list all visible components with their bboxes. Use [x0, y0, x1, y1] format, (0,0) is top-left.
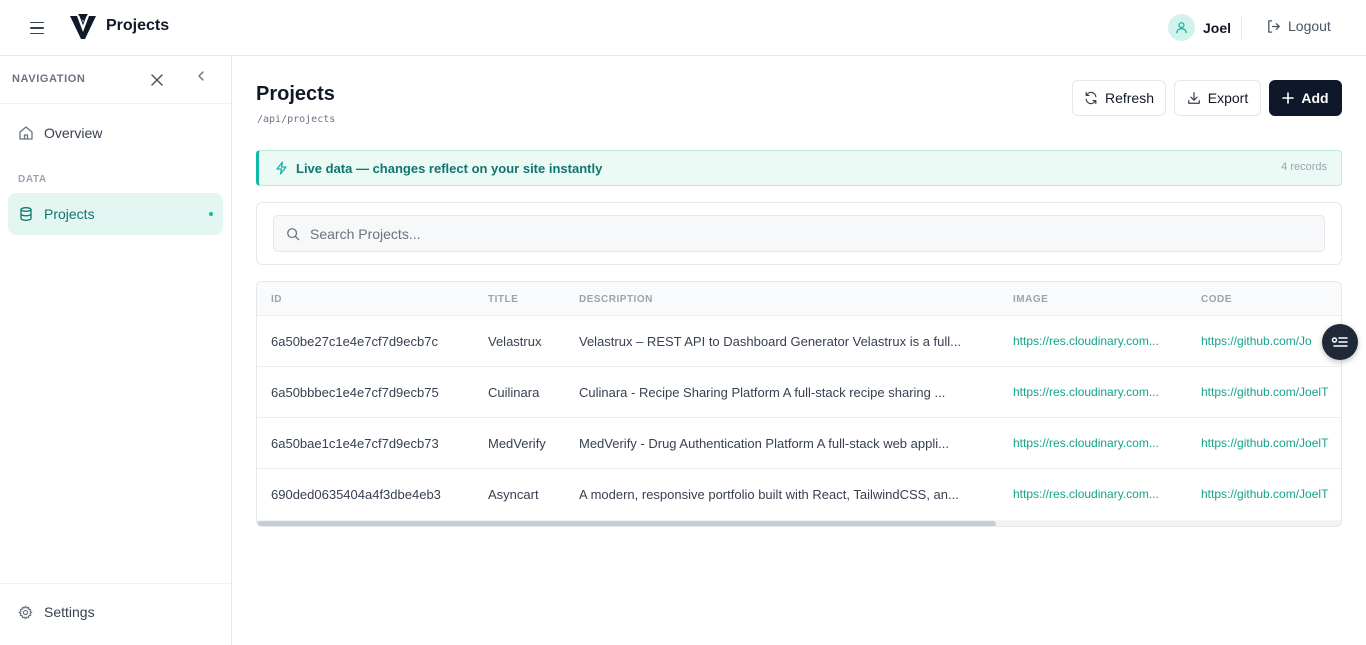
record-count: 4 records: [1281, 161, 1327, 173]
cell-title: Velastrux: [488, 334, 542, 349]
menu-icon-line: [30, 21, 44, 24]
column-header-id[interactable]: ID: [271, 294, 282, 305]
column-header-title[interactable]: TITLE: [488, 294, 518, 305]
cell-image-link[interactable]: https://res.cloudinary.com...: [1013, 385, 1177, 399]
plus-icon: [1282, 92, 1295, 104]
user-menu[interactable]: Joel: [1168, 14, 1231, 41]
table-row[interactable]: 6a50bbbec1e4e7cf7d9ecb75 Cuilinara Culin…: [257, 367, 1341, 418]
cell-title: MedVerify: [488, 436, 546, 451]
database-icon: [20, 207, 32, 221]
top-bar: Projects Joel Logout: [0, 0, 1366, 56]
settings-button[interactable]: Settings: [18, 604, 95, 620]
cell-id: 6a50be27c1e4e7cf7d9ecb7c: [271, 334, 438, 349]
gear-icon: [18, 604, 33, 620]
cell-image-link[interactable]: https://res.cloudinary.com...: [1013, 487, 1177, 501]
avatar: [1168, 14, 1195, 41]
table-row[interactable]: 6a50be27c1e4e7cf7d9ecb7c Velastrux Velas…: [257, 316, 1341, 367]
search-card: [256, 202, 1342, 265]
lightning-icon: [276, 161, 287, 175]
sidebar-section-label: DATA: [18, 174, 47, 185]
table-row[interactable]: 6a50bae1c1e4e7cf7d9ecb73 MedVerify MedVe…: [257, 418, 1341, 469]
logout-icon: [1268, 19, 1280, 33]
close-icon[interactable]: [150, 73, 164, 87]
projects-table: ID TITLE DESCRIPTION IMAGE CODE 6a50be27…: [256, 281, 1342, 527]
cell-title: Asyncart: [488, 487, 539, 502]
floating-action-button[interactable]: [1322, 324, 1358, 360]
add-button[interactable]: Add: [1269, 80, 1342, 116]
cell-image-link[interactable]: https://res.cloudinary.com...: [1013, 436, 1177, 450]
cell-id: 690ded0635404a4f3dbe4eb3: [271, 487, 441, 502]
cell-description: MedVerify - Drug Authentication Platform…: [579, 436, 949, 451]
refresh-label: Refresh: [1104, 90, 1155, 106]
download-icon: [1187, 92, 1200, 104]
sidebar-item-projects[interactable]: Projects: [8, 193, 223, 235]
cell-description: Culinara - Recipe Sharing Platform A ful…: [579, 385, 946, 400]
cell-code-link[interactable]: https://github.com/JoelT: [1201, 436, 1341, 450]
home-icon: [19, 126, 33, 140]
cell-code-link[interactable]: https://github.com/JoelT: [1201, 385, 1341, 399]
live-data-text: Live data — changes reflect on your site…: [296, 160, 603, 176]
search-icon: [287, 227, 300, 240]
sidebar-footer: Settings: [0, 583, 231, 645]
user-icon: [1176, 22, 1187, 34]
horizontal-scrollbar[interactable]: [257, 520, 1341, 526]
export-label: Export: [1207, 90, 1249, 106]
scrollbar-thumb[interactable]: [257, 521, 996, 526]
add-label: Add: [1301, 90, 1329, 106]
export-button[interactable]: Export: [1174, 80, 1261, 116]
table-row[interactable]: 690ded0635404a4f3dbe4eb3 Asyncart A mode…: [257, 469, 1341, 520]
app-title: Projects: [106, 17, 170, 34]
cell-description: A modern, responsive portfolio built wit…: [579, 487, 959, 502]
sidebar-item-overview[interactable]: Overview: [8, 112, 223, 154]
logout-label: Logout: [1288, 18, 1331, 34]
cell-id: 6a50bae1c1e4e7cf7d9ecb73: [271, 436, 439, 451]
settings-label: Settings: [44, 604, 95, 620]
cell-code-link[interactable]: https://github.com/Jo: [1201, 334, 1341, 348]
divider: [1241, 17, 1242, 39]
sidebar: NAVIGATION Overview DATA Projects Settin…: [0, 56, 232, 645]
page-title: Projects: [256, 83, 335, 105]
column-header-image[interactable]: IMAGE: [1013, 294, 1048, 305]
sidebar-item-label: Projects: [44, 206, 95, 222]
search-input[interactable]: [310, 225, 1310, 242]
menu-icon-line: [30, 27, 44, 29]
refresh-button[interactable]: Refresh: [1072, 80, 1166, 116]
menu-button[interactable]: [30, 18, 52, 38]
column-header-description[interactable]: DESCRIPTION: [579, 294, 653, 305]
sidebar-item-label: Overview: [44, 125, 103, 141]
active-indicator: [209, 212, 213, 216]
refresh-icon: [1085, 91, 1097, 105]
filter-list-icon: [1331, 337, 1348, 347]
logout-button[interactable]: Logout: [1266, 18, 1331, 34]
cell-id: 6a50bbbec1e4e7cf7d9ecb75: [271, 385, 439, 400]
api-path: /api/projects: [257, 114, 336, 125]
menu-icon-line: [30, 32, 44, 35]
table-header: ID TITLE DESCRIPTION IMAGE CODE: [257, 282, 1341, 316]
search-box[interactable]: [273, 215, 1325, 252]
live-data-banner: Live data — changes reflect on your site…: [256, 150, 1342, 186]
cell-title: Cuilinara: [488, 385, 540, 400]
logo-icon: [70, 14, 96, 39]
column-header-code[interactable]: CODE: [1201, 294, 1232, 305]
cell-code-link[interactable]: https://github.com/JoelT: [1201, 487, 1341, 501]
chevron-left-icon[interactable]: [196, 70, 206, 82]
cell-description: Velastrux – REST API to Dashboard Genera…: [579, 334, 962, 349]
sidebar-heading: NAVIGATION: [12, 73, 86, 85]
cell-image-link[interactable]: https://res.cloudinary.com...: [1013, 334, 1177, 348]
divider: [0, 103, 231, 104]
user-name: Joel: [1203, 19, 1232, 36]
